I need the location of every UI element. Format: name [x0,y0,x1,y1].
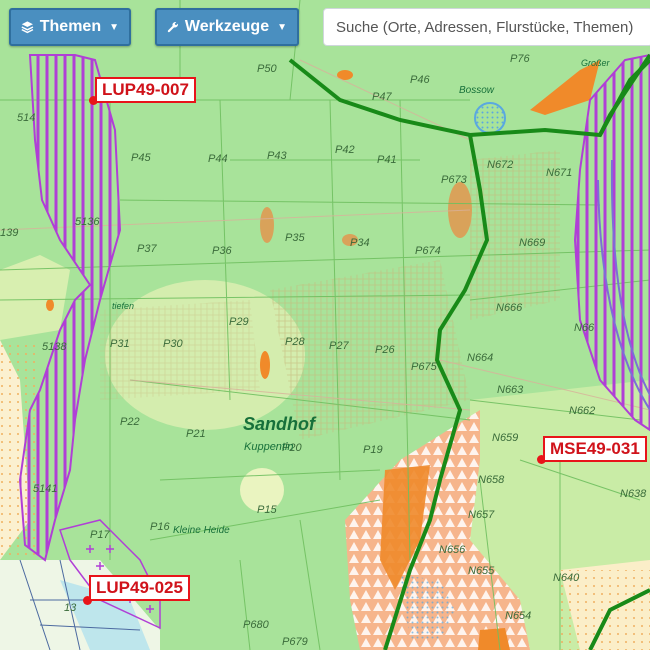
site-label-mse49-031[interactable]: MSE49-031 [543,436,647,462]
parcel-label: P50 [257,63,277,75]
pond-1 [260,207,274,243]
caret-down-icon: ▼ [109,21,119,33]
parcel-label: 514 [17,112,35,124]
place-tiefen: tiefen [112,301,134,311]
parcel-label: P37 [137,243,157,255]
parcel-label: N657 [468,509,495,521]
place-grosser: Großer [581,58,611,68]
parcel-label: P680 [243,619,270,631]
parcel-label: N658 [478,474,505,486]
parcel-label: P16 [150,521,170,533]
parcel-label: P17 [90,529,110,541]
parcel-label: P30 [163,338,183,350]
parcel-label: P28 [285,336,305,348]
orange-area-south-2 [478,628,510,650]
parcel-label: P19 [363,444,383,456]
parcel-label: 139 [0,227,18,239]
parcel-label: P15 [257,504,277,516]
layers-icon [21,21,34,34]
themes-button[interactable]: Themen ▼ [9,8,131,46]
parcel-label: P27 [329,340,349,352]
parcel-label: P26 [375,344,395,356]
search-input[interactable] [323,8,650,46]
parcel-label: P673 [441,174,468,186]
parcel-label: N659 [492,432,518,444]
parcel-label: P29 [229,316,249,328]
parcel-label: N662 [569,405,595,417]
parcel-label: P44 [208,153,228,165]
parcel-label: N666 [496,302,523,314]
parcel-label: N66 [574,322,595,334]
parcel-label: P674 [415,245,441,257]
themes-button-label: Themen [39,18,102,35]
parcel-label: N663 [497,384,524,396]
parcel-label: P41 [377,154,397,166]
parcel-label: 5141 [33,483,57,495]
parcel-label: N638 [620,488,647,500]
orange-spot-2 [260,351,270,379]
parcel-label: 5138 [42,341,67,353]
parcel-label: P34 [350,237,370,249]
parcel-label: P675 [411,361,438,373]
site-label-lup49-025[interactable]: LUP49-025 [89,575,190,601]
parcel-label: N664 [467,352,493,364]
parcel-label: P76 [510,53,530,65]
parcel-label: N640 [553,572,580,584]
parcel-label: 5136 [75,216,100,228]
parcel-label: N672 [487,159,513,171]
parcel-label: P21 [186,428,206,440]
parcel-label: P43 [267,150,287,162]
site-label-lup49-007[interactable]: LUP49-007 [95,77,196,103]
parcel-label: P45 [131,152,151,164]
wrench-icon [167,22,178,33]
parcel-label: P679 [282,636,308,648]
parcel-label: 13 [64,602,77,614]
parcel-label: N669 [519,237,545,249]
parcel-label: N656 [439,544,466,556]
parcel-label: P46 [410,74,430,86]
place-sandhof: Sandhof [243,414,317,434]
parcel-label: P36 [212,245,232,257]
bossow-pond [474,102,506,134]
parcel-label: P31 [110,338,130,350]
place-kleine-heide: Kleine Heide [173,525,230,536]
parcel-label: P42 [335,144,355,156]
place-bossow: Bossow [459,85,495,96]
parcel-label: N654 [505,610,531,622]
grid-field-west [100,300,260,400]
place-kuppentin: Kuppentin [244,441,294,453]
tools-button[interactable]: Werkzeuge ▼ [155,8,299,46]
orange-spot-3 [46,299,54,311]
parcel-label: P47 [372,91,392,103]
caret-down-icon: ▼ [277,21,287,33]
tools-button-label: Werkzeuge [184,18,270,35]
parcel-label: P35 [285,232,305,244]
parcel-label: N655 [468,565,495,577]
parcel-label: P22 [120,416,140,428]
parcel-label: N671 [546,167,572,179]
